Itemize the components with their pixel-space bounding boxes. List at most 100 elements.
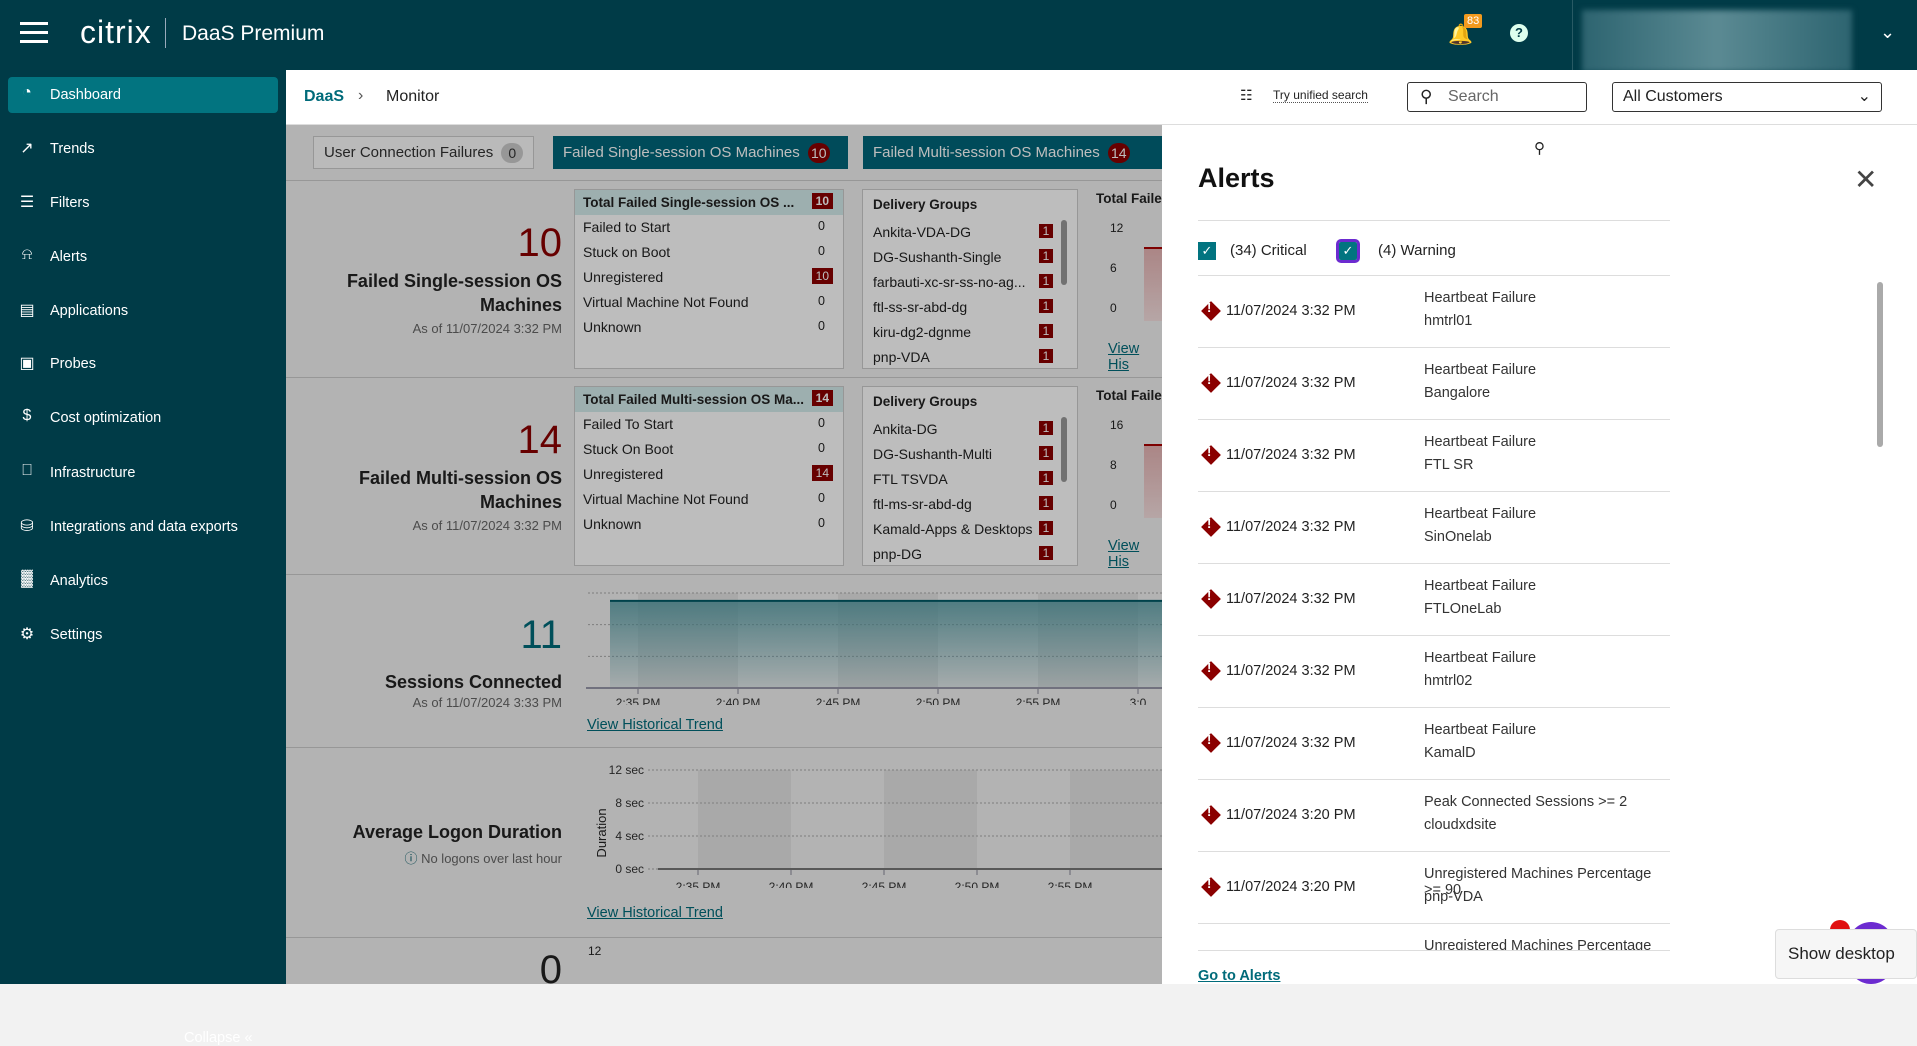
alert-time: 11/07/2024 3:20 PM bbox=[1226, 807, 1356, 823]
alert-item[interactable]: Unregistered Machines Percentage >= 90 bbox=[1198, 924, 1670, 950]
help-icon[interactable]: ? bbox=[1510, 24, 1528, 42]
sidebar-item-label: Probes bbox=[50, 356, 96, 372]
exclamation-icon: ! bbox=[1207, 804, 1212, 819]
divider bbox=[1572, 0, 1573, 70]
chevron-right-icon: › bbox=[358, 87, 364, 104]
alert-target: KamalD bbox=[1424, 745, 1476, 761]
alert-item[interactable]: ! 11/07/2024 3:20 PM Peak Connected Sessio… bbox=[1198, 780, 1670, 852]
citrix-logo: citrix bbox=[80, 14, 152, 50]
alert-target: FTL SR bbox=[1424, 457, 1474, 473]
sidebar-item-filters[interactable]: ☰ Filters bbox=[8, 185, 278, 221]
top-bar: citrix DaaS Premium 🔔 83 ? ⌄ bbox=[0, 0, 1917, 72]
sidebar-item-label: Alerts bbox=[50, 249, 88, 265]
sidebar-item-settings[interactable]: ⚙ Settings bbox=[8, 617, 278, 653]
collapse-button[interactable]: Collapse « bbox=[184, 1030, 253, 1046]
infrastructure-icon: ⎕ bbox=[22, 462, 32, 479]
alert-name: Heartbeat Failure bbox=[1424, 578, 1537, 594]
alert-name: Heartbeat Failure bbox=[1424, 722, 1537, 738]
go-to-alerts-link[interactable]: Go to Alerts bbox=[1198, 968, 1280, 984]
sidebar-item-alerts[interactable]: ⍾ Alerts bbox=[8, 239, 278, 275]
sidebar-item-label: Settings bbox=[50, 627, 103, 643]
warning-label: (4) Warning bbox=[1378, 242, 1456, 259]
alert-item[interactable]: ! 11/07/2024 3:32 PM Heartbeat Failure Kama… bbox=[1198, 708, 1670, 780]
sidebar-item-label: Dashboard bbox=[50, 87, 121, 103]
close-icon[interactable]: ✕ bbox=[1854, 163, 1877, 196]
alert-target: FTLOneLab bbox=[1424, 601, 1502, 617]
alerts-title: Alerts bbox=[1198, 163, 1275, 193]
alert-time: 11/07/2024 3:32 PM bbox=[1226, 447, 1356, 463]
divider bbox=[165, 18, 166, 48]
search-placeholder: Search bbox=[1448, 88, 1499, 105]
sidebar-item-label: Integrations and data exports bbox=[50, 519, 238, 535]
critical-checkbox[interactable]: ✓ bbox=[1198, 242, 1216, 260]
user-account-blurred[interactable] bbox=[1582, 10, 1852, 72]
alert-name: Heartbeat Failure bbox=[1424, 290, 1537, 306]
alerts-list: ! 11/07/2024 3:32 PM Heartbeat Failure hmtr… bbox=[1198, 275, 1670, 951]
alert-name: Peak Connected Sessions >= 2 bbox=[1424, 794, 1628, 810]
alert-time: 11/07/2024 3:20 PM bbox=[1226, 879, 1356, 895]
alert-item[interactable]: ! 11/07/2024 3:20 PM Unregistered Machines… bbox=[1198, 852, 1670, 924]
alert-target: hmtrl01 bbox=[1424, 313, 1473, 329]
search-icon: ⚲ bbox=[1420, 87, 1433, 106]
alert-name: Heartbeat Failure bbox=[1424, 362, 1537, 378]
sidebar-item-trends[interactable]: ↗ Trends bbox=[8, 131, 278, 167]
breadcrumb-daas[interactable]: DaaS bbox=[304, 88, 344, 106]
sidebar-item-analytics[interactable]: ▓ Analytics bbox=[8, 563, 278, 599]
sidebar-item-applications[interactable]: ▤ Applications bbox=[8, 293, 278, 329]
alert-item[interactable]: ! 11/07/2024 3:32 PM Heartbeat Failure Bang… bbox=[1198, 348, 1670, 420]
gear-icon: ⚙ bbox=[19, 626, 35, 643]
sidebar-item-dashboard[interactable]: ◔ Dashboard bbox=[8, 77, 278, 113]
unified-search-icon[interactable]: ☷ bbox=[1240, 87, 1266, 105]
sidebar-item-label: Applications bbox=[50, 303, 129, 319]
notification-badge: 83 bbox=[1464, 14, 1483, 28]
try-unified-search-link[interactable]: Try unified search bbox=[1273, 88, 1368, 103]
sidebar-item-probes[interactable]: ▣ Probes bbox=[8, 346, 278, 382]
alerts-scrollbar[interactable] bbox=[1877, 282, 1883, 447]
breadcrumb-monitor: Monitor bbox=[386, 88, 440, 105]
alert-name: Heartbeat Failure bbox=[1424, 506, 1537, 522]
applications-icon: ▤ bbox=[19, 302, 35, 319]
exclamation-icon: ! bbox=[1207, 372, 1212, 387]
probes-icon: ▣ bbox=[19, 355, 35, 372]
alert-item[interactable]: ! 11/07/2024 3:32 PM Heartbeat Failure hmtr… bbox=[1198, 276, 1670, 348]
modal-backdrop[interactable] bbox=[286, 125, 1162, 984]
sidebar-item-label: Infrastructure bbox=[50, 465, 136, 481]
customer-select-value: All Customers bbox=[1623, 88, 1723, 105]
alert-time: 11/07/2024 3:32 PM bbox=[1226, 591, 1356, 607]
alert-time: 11/07/2024 3:32 PM bbox=[1226, 303, 1356, 319]
feedback-icon[interactable]: ⚲ bbox=[1534, 139, 1545, 157]
exclamation-icon: ! bbox=[1207, 300, 1212, 315]
customer-select[interactable]: All Customers ⌄ bbox=[1612, 82, 1882, 112]
bell-icon: ⍾ bbox=[21, 246, 33, 263]
alert-time: 11/07/2024 3:32 PM bbox=[1226, 519, 1356, 535]
alert-name: Heartbeat Failure bbox=[1424, 434, 1537, 450]
warning-checkbox[interactable]: ✓ bbox=[1336, 239, 1360, 263]
alert-time: 11/07/2024 3:32 PM bbox=[1226, 663, 1356, 679]
sidebar-item-label: Cost optimization bbox=[50, 410, 162, 426]
alert-name: Heartbeat Failure bbox=[1424, 650, 1537, 666]
sidebar-item-label: Analytics bbox=[50, 573, 109, 589]
chevron-down-icon[interactable]: ⌄ bbox=[1880, 22, 1895, 43]
alert-item[interactable]: ! 11/07/2024 3:32 PM Heartbeat Failure FTL … bbox=[1198, 420, 1670, 492]
alert-item[interactable]: ! 11/07/2024 3:32 PM Heartbeat Failure SinO… bbox=[1198, 492, 1670, 564]
chevron-down-icon: ⌄ bbox=[1857, 88, 1871, 105]
page-header: DaaS › Monitor ☷ Try unified search ⚲ Sea… bbox=[286, 70, 1917, 125]
sidebar: Collapse « ◔ Dashboard ↗ Trends ☰ Filters ⍾ Ale… bbox=[0, 70, 286, 1046]
search-input[interactable]: ⚲ Search bbox=[1407, 82, 1587, 112]
sidebar-item-label: Trends bbox=[50, 141, 95, 157]
sidebar-item-cost-optimization[interactable]: $ Cost optimization bbox=[8, 400, 278, 436]
menu-icon[interactable] bbox=[20, 22, 48, 44]
sidebar-item-infrastructure[interactable]: ⎕ Infrastructure bbox=[8, 455, 278, 491]
alert-target: SinOnelab bbox=[1424, 529, 1492, 545]
alert-item[interactable]: ! 11/07/2024 3:32 PM Heartbeat Failure hmtr… bbox=[1198, 636, 1670, 708]
show-desktop-tooltip: Show desktop bbox=[1775, 929, 1917, 979]
alert-item[interactable]: ! 11/07/2024 3:32 PM Heartbeat Failure FTLO… bbox=[1198, 564, 1670, 636]
filters-icon: ☰ bbox=[19, 194, 35, 211]
double-chevron-left-icon: « bbox=[244, 1030, 253, 1046]
exclamation-icon: ! bbox=[1207, 660, 1212, 675]
alert-time: 11/07/2024 3:32 PM bbox=[1226, 735, 1356, 751]
exclamation-icon: ! bbox=[1207, 732, 1212, 747]
integrations-icon: ⛁ bbox=[20, 518, 34, 535]
alert-target: cloudxdsite bbox=[1424, 817, 1497, 833]
sidebar-item-integrations-and-data-exports[interactable]: ⛁ Integrations and data exports bbox=[8, 509, 278, 545]
